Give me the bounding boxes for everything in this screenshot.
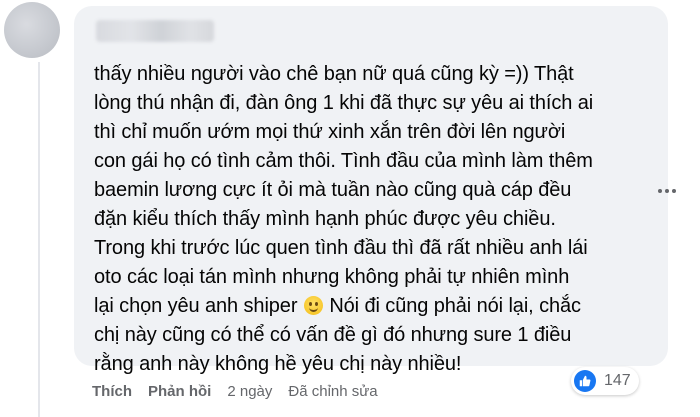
reaction-count: 147: [604, 372, 631, 389]
comment-line: đặn kiểu thích thấy mình hạnh phúc được …: [94, 208, 556, 230]
comment-line-part: Nói đi cũng phải nói lại, chắc: [323, 295, 581, 317]
comment-line-part: lại chọn yêu anh shiper: [94, 295, 303, 317]
dot: [665, 189, 669, 193]
comment-line: chị này cũng có thể có vấn đề gì đó nhưn…: [94, 324, 572, 346]
like-button[interactable]: Thích: [92, 383, 132, 400]
comment-line: lại chọn yêu anh shiper Nói đi cũng phải…: [94, 292, 664, 321]
author-name-blurred[interactable]: [96, 20, 214, 42]
timestamp[interactable]: 2 ngày: [227, 383, 272, 400]
thumbs-up-glyph: [579, 375, 591, 387]
comment-line: Trong khi trước lúc quen tình đầu thì đã…: [94, 237, 588, 259]
avatar[interactable]: [4, 2, 60, 58]
comment-line: baemin lương cực ít ỏi mà tuần nào cũng …: [94, 179, 572, 201]
dot: [658, 189, 662, 193]
thumbs-up-icon: [574, 370, 596, 392]
comment-line: oto các loại tán mình nhưng không phải t…: [94, 266, 570, 288]
comment-actions: Thích Phản hồi 2 ngày Đã chỉnh sửa: [92, 383, 394, 400]
comment-line: thấy nhiều người vào chê bạn nữ quá cũng…: [94, 63, 574, 85]
more-options-icon[interactable]: [655, 184, 679, 198]
reaction-summary[interactable]: 147: [571, 367, 639, 395]
comment-line: lòng thú nhận đi, đàn ông 1 khi đã thực …: [94, 92, 594, 114]
comment-text: thấy nhiều người vào chê bạn nữ quá cũng…: [94, 60, 664, 379]
smiling-face-emoji-icon: [303, 296, 323, 315]
edited-label[interactable]: Đã chỉnh sửa: [288, 383, 377, 400]
comment-line: con gái họ có tình cảm thôi. Tình đầu củ…: [94, 150, 593, 172]
reply-button[interactable]: Phản hồi: [148, 383, 211, 400]
thread-line: [38, 62, 40, 417]
comment-line: thì chỉ muốn ướm mọi thứ xinh xắn trên đ…: [94, 121, 566, 143]
dot: [672, 189, 676, 193]
